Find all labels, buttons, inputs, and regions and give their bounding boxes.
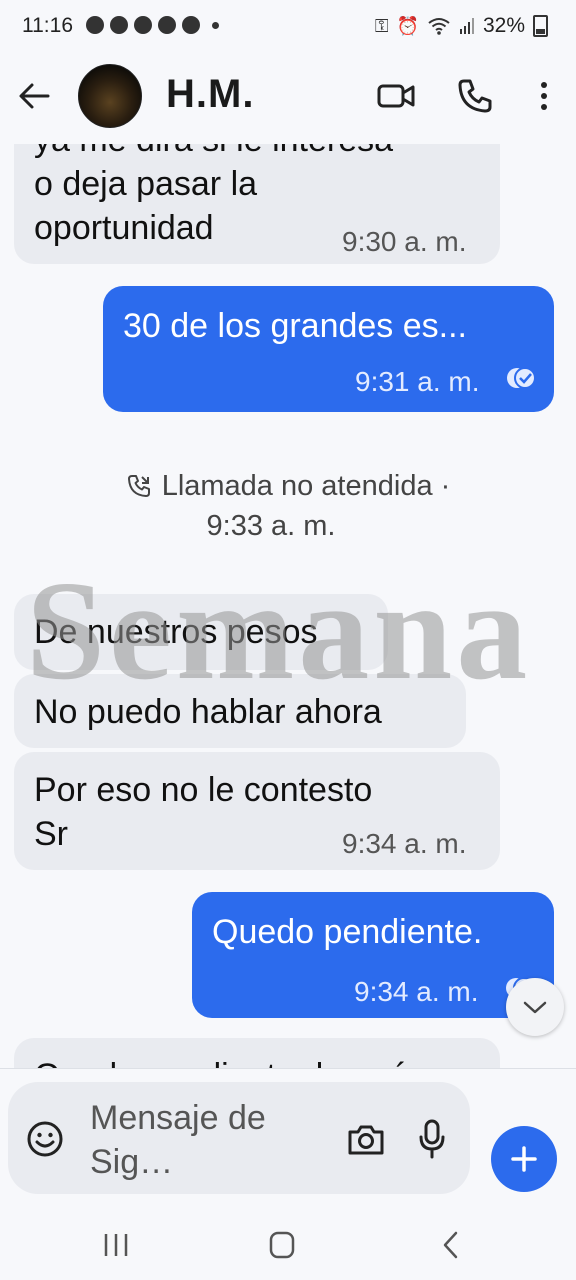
- home-icon[interactable]: [266, 1230, 298, 1260]
- message-list[interactable]: ya me dirá si le interesa o deja pasar l…: [0, 144, 576, 1068]
- back-nav-icon[interactable]: [436, 1230, 466, 1260]
- incoming-message[interactable]: Quedo pendiente de qué: [14, 1038, 500, 1068]
- missed-call-notice: Llamada no atendida · 9:33 a. m.: [0, 466, 576, 546]
- key-icon: ⚿: [374, 15, 389, 36]
- emoji-icon[interactable]: [26, 1120, 64, 1158]
- message-input-placeholder: Sig…: [90, 1143, 174, 1181]
- battery-icon: [533, 15, 548, 37]
- message-text: 30 de los grandes es...: [123, 307, 468, 345]
- message-time: 9:34 a. m.: [354, 976, 479, 1007]
- contact-avatar[interactable]: [78, 64, 142, 128]
- message-time: 9:34 a. m.: [342, 828, 467, 859]
- camera-icon[interactable]: [346, 1122, 386, 1158]
- video-call-icon[interactable]: [374, 74, 418, 118]
- chevron-down-icon: [523, 1001, 547, 1014]
- telegram-icon: [134, 16, 152, 34]
- read-receipt-icon: [507, 367, 536, 389]
- scroll-to-bottom-button[interactable]: [506, 978, 564, 1036]
- phone-icon[interactable]: [452, 74, 496, 118]
- message-composer[interactable]: Mensaje de Sig…: [8, 1082, 470, 1194]
- back-arrow-icon[interactable]: [14, 76, 54, 116]
- incoming-message[interactable]: De nuestros pesos: [14, 594, 388, 670]
- message-text: Quedo pendiente.: [212, 913, 483, 951]
- missed-call-icon: [127, 475, 150, 497]
- missed-call-time: 9:33 a. m.: [206, 510, 336, 542]
- contact-name[interactable]: H.M.: [166, 72, 254, 117]
- add-attachment-button[interactable]: [491, 1126, 557, 1192]
- message-text: No puedo hablar ahora: [34, 693, 382, 731]
- signal-app-icon: [86, 16, 104, 34]
- message-input-placeholder: Mensaje de: [90, 1099, 266, 1137]
- wifi-icon: [428, 18, 450, 35]
- chat-bubble-icon: [182, 16, 200, 34]
- more-notifications-dot-icon: [212, 21, 219, 29]
- message-time: 9:30 a. m.: [342, 226, 467, 257]
- outgoing-message[interactable]: Quedo pendiente. 9:34 a. m.: [192, 892, 554, 1018]
- message-time: 9:31 a. m.: [355, 366, 480, 397]
- notification-icons: [86, 16, 219, 34]
- status-bar: 11:16 ⚿ ⏰ 32%: [0, 0, 576, 56]
- plus-icon: [511, 1146, 537, 1172]
- conversation-header: H.M.: [0, 56, 576, 144]
- message-text-line: o deja pasar la: [34, 165, 258, 203]
- incoming-message[interactable]: No puedo hablar ahora: [14, 674, 466, 748]
- cell-signal-icon: [459, 18, 474, 34]
- incoming-message[interactable]: ya me dirá si le interesa o deja pasar l…: [14, 144, 500, 264]
- recent-apps-icon[interactable]: [100, 1230, 132, 1260]
- missed-call-text: Llamada no atendida ·: [161, 470, 451, 502]
- message-text: De nuestros pesos: [34, 613, 318, 651]
- system-nav-bar: [0, 1208, 576, 1280]
- outgoing-message[interactable]: 30 de los grandes es... 9:31 a. m.: [103, 286, 554, 412]
- alarm-icon: ⏰: [396, 15, 419, 36]
- message-input[interactable]: Mensaje de Sig…: [90, 1096, 310, 1184]
- status-right: ⚿ ⏰ 32%: [375, 14, 548, 38]
- more-vert-icon[interactable]: [522, 74, 566, 118]
- telegram-icon: [158, 16, 176, 34]
- mic-icon[interactable]: [416, 1118, 448, 1160]
- message-text: Quedo pendiente de qué: [34, 1054, 408, 1068]
- telegram-icon: [110, 16, 128, 34]
- message-text-line: Por eso no le contesto: [34, 771, 373, 809]
- battery-percent: 32%: [482, 14, 525, 37]
- composer-divider: [0, 1068, 576, 1069]
- message-text-line: ya me dirá si le interesa: [34, 144, 494, 162]
- status-time: 11:16: [22, 14, 73, 37]
- incoming-message[interactable]: Por eso no le contesto Sr 9:34 a. m.: [14, 752, 500, 870]
